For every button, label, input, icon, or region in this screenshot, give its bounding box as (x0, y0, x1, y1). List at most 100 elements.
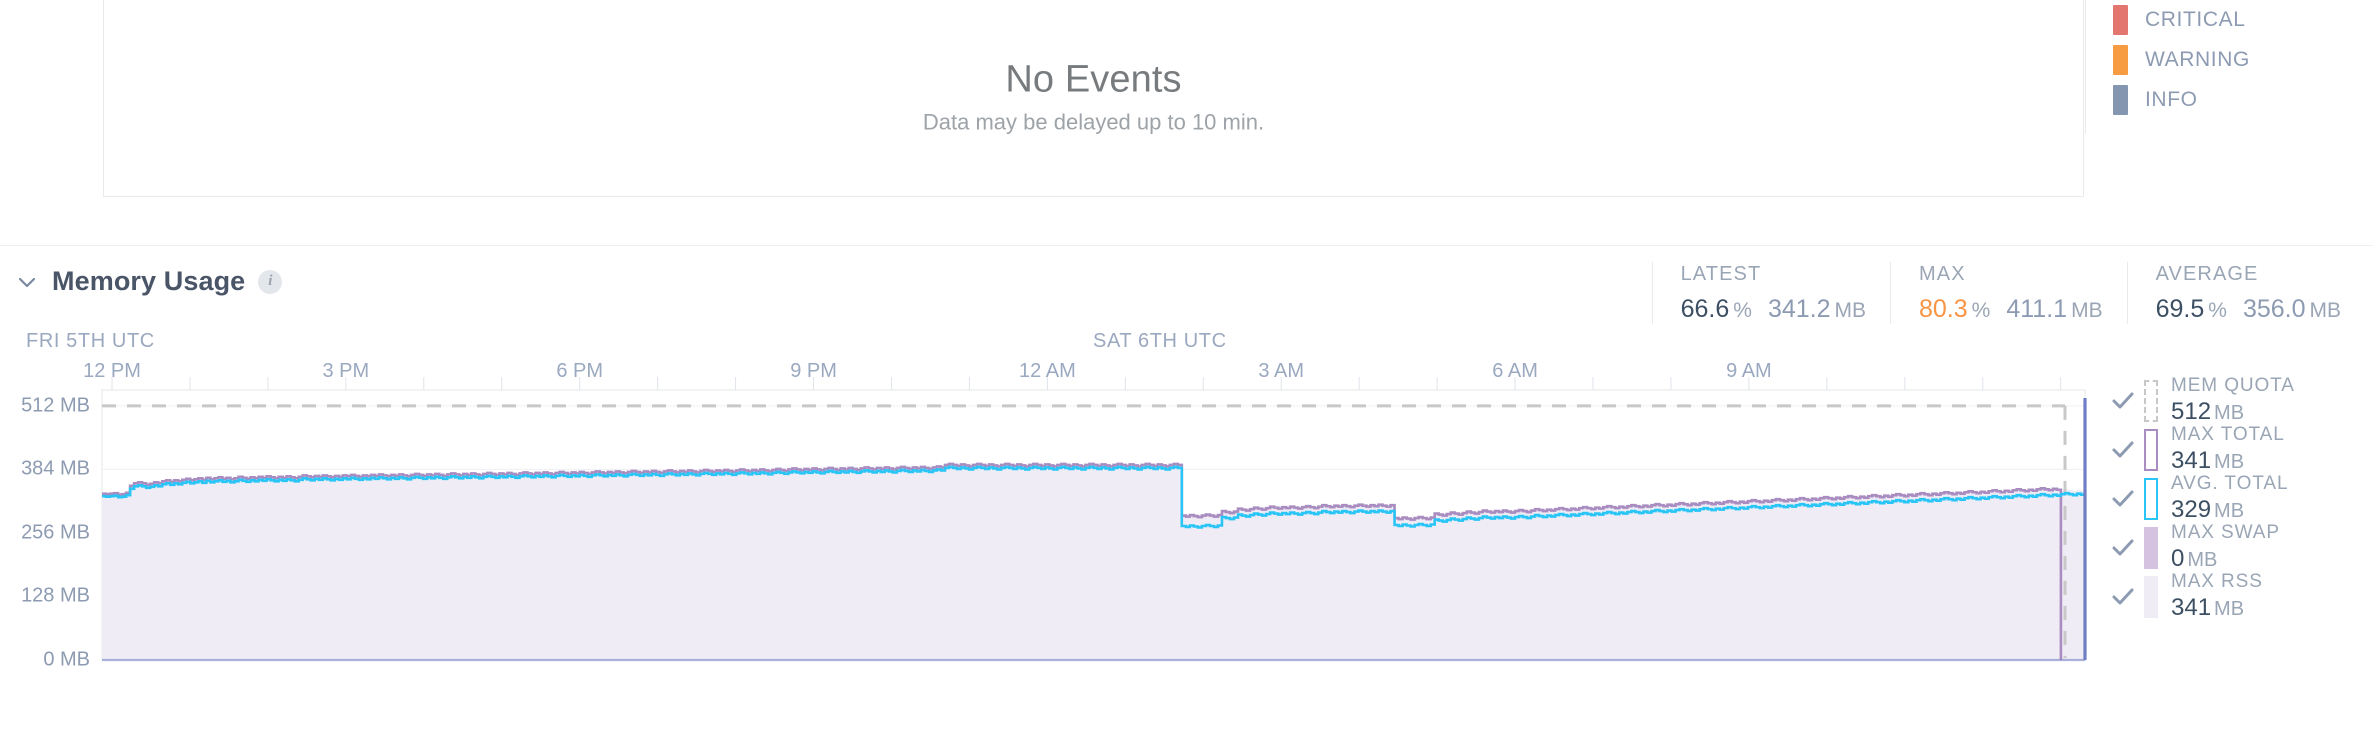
chart-xtick-label: 3 PM (322, 360, 370, 382)
severity-legend-item[interactable]: WARNING (2113, 40, 2373, 80)
memory-usage-header: Memory Usage i LATEST 66.6% 341.2 MB MAX 80.3… (0, 262, 2373, 324)
memory-usage-chart: FRI 5TH UTC SAT 6TH UTC 12 PM 3 PM 6 PM 9 PM 1… (0, 330, 2373, 671)
series-name: AVG. TOTAL (2171, 473, 2289, 495)
series-value-unit: MB (2214, 597, 2245, 620)
stat-bytes-value: 356.0 (2242, 295, 2306, 323)
series-legend-item[interactable]: AVG. TOTAL 329 MB (2110, 473, 2373, 523)
series-name: MAX RSS (2171, 571, 2263, 593)
stat-bytes-unit: MB (1834, 299, 1867, 322)
series-name: MEM QUOTA (2171, 375, 2295, 397)
series-value-number: 341 (2171, 446, 2212, 474)
series-legend-text: MAX SWAP 0 MB (2171, 522, 2280, 572)
chart-xtick-label: 9 PM (790, 360, 837, 382)
series-swatch-icon (2144, 379, 2158, 422)
chevron-down-icon[interactable] (16, 271, 38, 293)
chart-ytick-label: 256 MB (21, 521, 90, 544)
series-legend-item[interactable]: MAX TOTAL 341 MB (2110, 424, 2373, 474)
chart-xtick-label: 12 PM (83, 360, 141, 382)
series-value-number: 512 (2171, 397, 2212, 425)
stat-values: 66.6% 341.2 MB (1681, 295, 1866, 324)
stat-label: LATEST (1680, 263, 1762, 285)
stat-percent-value: 80.3 (1919, 295, 1968, 323)
series-value-unit: MB (2214, 450, 2245, 473)
stat-average: AVERAGE 69.5% 356.0 MB (2126, 262, 2365, 324)
series-value-number: 341 (2171, 593, 2212, 621)
severity-legend-item[interactable]: INFO (2113, 80, 2373, 120)
chart-xtick-label: 3 AM (1258, 360, 1305, 382)
severity-legend-label: WARNING (2145, 48, 2250, 71)
series-name: MAX TOTAL (2171, 424, 2285, 446)
no-events-content: No Events Data may be delayed up to 10 m… (104, 58, 2083, 136)
series-name: MAX SWAP (2171, 522, 2280, 544)
no-events-title: No Events (1005, 58, 1182, 101)
series-legend-text: AVG. TOTAL 329 MB (2171, 473, 2288, 523)
no-events-subtitle: Data may be delayed up to 10 min. (922, 109, 1265, 135)
checkmark-icon[interactable] (2110, 437, 2136, 463)
stat-percent-unit: % (1733, 299, 1752, 322)
no-events-panel: No Events Data may be delayed up to 10 m… (103, 0, 2084, 197)
chart-ytick-label: 512 MB (21, 394, 90, 417)
stat-label: MAX (1919, 263, 1966, 285)
stat-label: AVERAGE (2155, 263, 2259, 285)
severity-legend-label: CRITICAL (2145, 8, 2246, 31)
chart-ytick-label: 0 MB (43, 648, 90, 671)
stat-percent-unit: % (1971, 299, 1991, 322)
series-swatch-icon (2144, 575, 2158, 618)
series-value-unit: MB (2214, 401, 2245, 424)
series-value-unit: MB (2187, 548, 2218, 571)
checkmark-icon[interactable] (2110, 388, 2136, 414)
series-legend-text: MEM QUOTA 512 MB (2171, 375, 2295, 425)
stat-percent-value: 69.5 (2155, 295, 2205, 323)
events-legend-divider (2085, 0, 2086, 134)
series-legend: MEM QUOTA 512 MB MAX TOTAL 341 MB AVG. TOTAL 32… (2110, 375, 2373, 621)
memory-stats: LATEST 66.6% 341.2 MB MAX 80.3% 411.1 MB AVERAGE… (1651, 262, 2365, 324)
series-value: 341 MB (2171, 446, 2285, 475)
chart-xtick-label: 6 PM (556, 360, 604, 382)
stat-bytes-value: 411.1 (2006, 295, 2068, 323)
series-value-unit: MB (2214, 499, 2245, 522)
severity-swatch-icon (2113, 85, 2128, 115)
page-title: Memory Usage (52, 266, 246, 296)
stat-bytes-unit: MB (2309, 299, 2342, 322)
chart-day-label: SAT 6TH UTC (1093, 330, 1227, 352)
chart-ytick-label: 384 MB (21, 457, 90, 480)
series-swatch-icon (2144, 428, 2158, 471)
series-value-number: 0 (2171, 544, 2185, 572)
series-value: 329 MB (2171, 495, 2288, 524)
checkmark-icon[interactable] (2110, 584, 2136, 610)
chart-ytick-label: 128 MB (21, 584, 90, 607)
stat-bytes-unit: MB (2071, 299, 2103, 322)
stat-bytes-value: 341.2 (1767, 295, 1831, 323)
severity-swatch-icon (2113, 45, 2128, 75)
chart-xtick-label: 12 AM (1019, 360, 1076, 382)
stat-percent-value: 66.6 (1680, 295, 1730, 323)
series-legend-item[interactable]: MEM QUOTA 512 MB (2110, 375, 2373, 425)
severity-swatch-icon (2113, 5, 2128, 35)
severity-legend-label: INFO (2145, 88, 2198, 111)
series-value: 0 MB (2171, 544, 2280, 573)
checkmark-icon[interactable] (2110, 486, 2136, 512)
series-legend-item[interactable]: MAX SWAP 0 MB (2110, 522, 2373, 572)
section-divider (0, 245, 2373, 246)
stat-latest: LATEST 66.6% 341.2 MB (1651, 262, 1890, 324)
severity-legend-item[interactable]: CRITICAL (2113, 0, 2373, 40)
severity-legend: CRITICAL WARNING INFO (2113, 0, 2373, 120)
series-swatch-icon (2144, 526, 2158, 569)
series-value: 512 MB (2171, 397, 2295, 426)
memory-usage-title-group[interactable]: Memory Usage i (16, 266, 283, 297)
info-icon[interactable]: i (258, 269, 283, 294)
series-swatch-icon (2144, 477, 2158, 520)
stat-values: 80.3% 411.1 MB (1919, 295, 2103, 324)
series-legend-text: MAX RSS 341 MB (2171, 571, 2263, 621)
series-legend-item[interactable]: MAX RSS 341 MB (2110, 571, 2373, 621)
stat-max: MAX 80.3% 411.1 MB (1890, 262, 2127, 324)
stat-percent-unit: % (2208, 299, 2227, 322)
checkmark-icon[interactable] (2110, 535, 2136, 561)
series-value: 341 MB (2171, 593, 2263, 622)
chart-xtick-label: 9 AM (1726, 360, 1772, 382)
stat-values: 69.5% 356.0 MB (2156, 295, 2341, 324)
chart-day-label: FRI 5TH UTC (26, 330, 155, 352)
chart-xtick-label: 6 AM (1492, 360, 1538, 382)
series-legend-text: MAX TOTAL 341 MB (2171, 424, 2285, 474)
series-value-number: 329 (2171, 495, 2212, 523)
